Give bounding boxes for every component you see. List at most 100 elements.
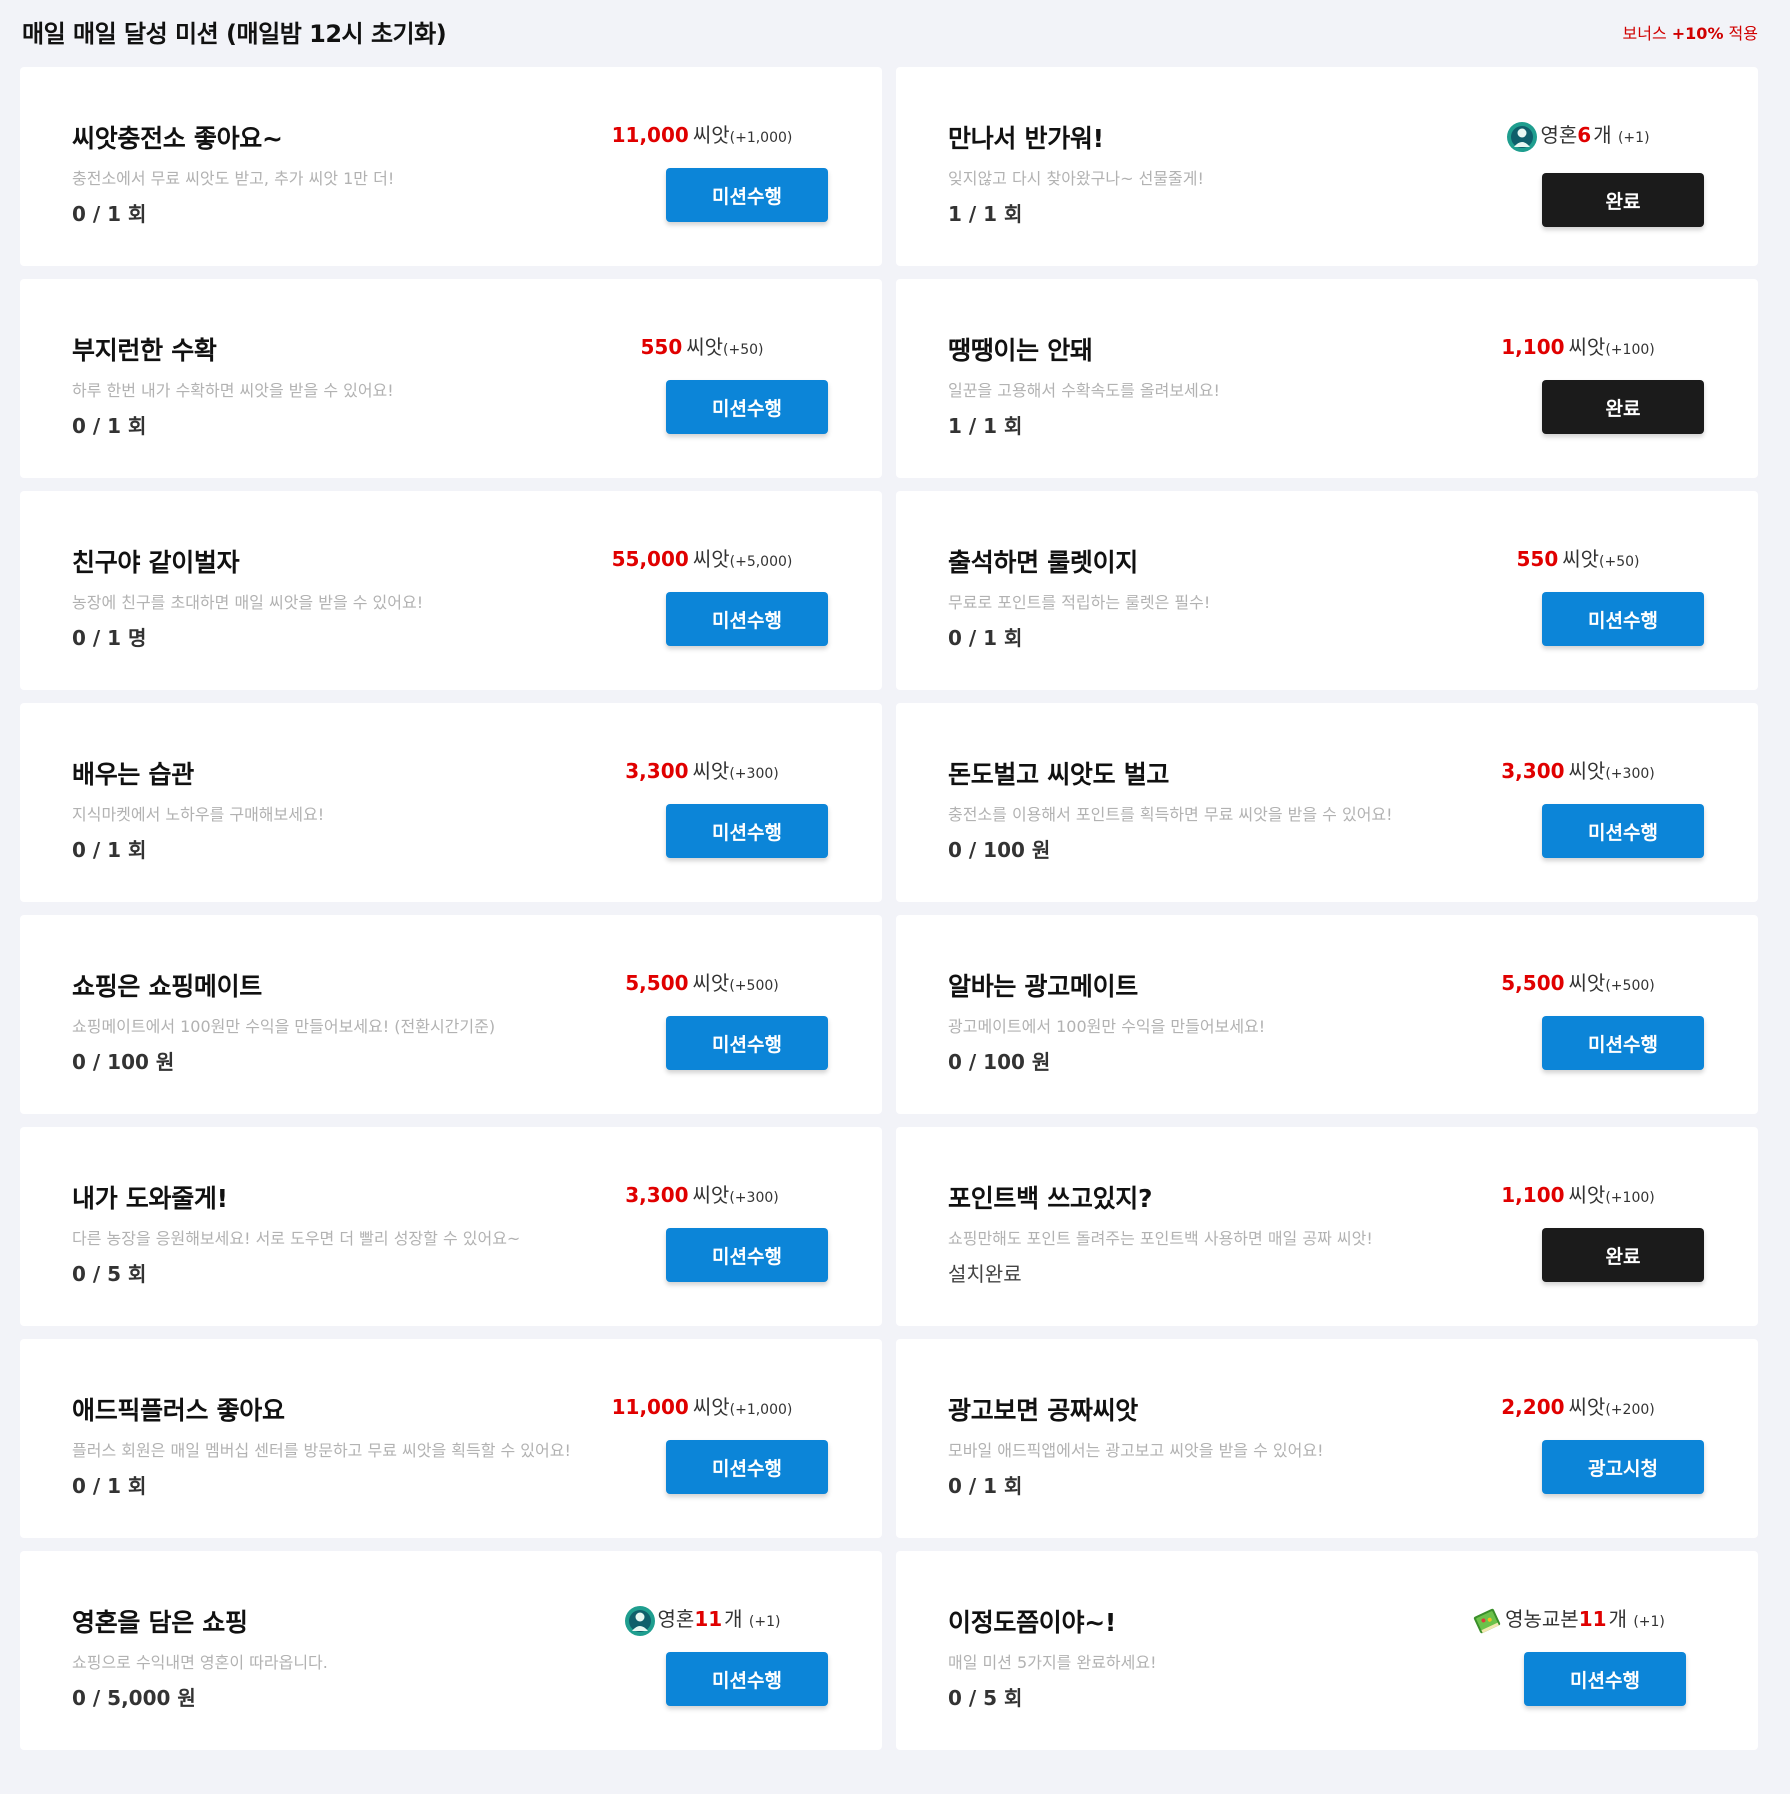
reward-bonus: (+100) xyxy=(1605,342,1655,358)
mission-card: 애드픽플러스 좋아요 플러스 회원은 매일 멤버십 센터를 방문하고 무료 씨앗… xyxy=(20,1339,882,1538)
mission-reward: 2,200 씨앗(+200) xyxy=(1448,1391,1708,1420)
reward-prefix: 영혼 xyxy=(1540,123,1578,147)
mission-card: 이정도쯤이야~! 매일 미션 5가지를 완료하세요! 0 / 5 회 영농교본1… xyxy=(896,1551,1758,1750)
reward-bonus: (+1) xyxy=(748,1614,781,1630)
reward-amount: 3,300 xyxy=(625,759,689,783)
mission-action-button[interactable]: 미션수행 xyxy=(666,380,828,434)
reward-unit: 씨앗 xyxy=(1568,1183,1606,1207)
mission-desc: 쇼핑으로 수익내면 영혼이 따라옵니다. xyxy=(72,1653,328,1672)
mission-complete-button[interactable]: 완료 xyxy=(1542,380,1704,434)
mission-reward: 11,000 씨앗(+1,000) xyxy=(572,119,832,148)
mission-action-button[interactable]: 미션수행 xyxy=(666,1652,828,1706)
reward-unit: 씨앗 xyxy=(1568,759,1606,783)
mission-card: 쇼핑은 쇼핑메이트 쇼핑메이트에서 100원만 수익을 만들어보세요! (전환시… xyxy=(20,915,882,1114)
mission-progress: 0 / 100 원 xyxy=(948,838,1051,862)
mission-title: 부지런한 수확 xyxy=(72,336,217,365)
mission-title: 애드픽플러스 좋아요 xyxy=(72,1396,285,1425)
reward-prefix: 영농교본 xyxy=(1505,1607,1579,1631)
mission-grid: 씨앗충전소 좋아요~ 충전소에서 무료 씨앗도 받고, 추가 씨앗 1만 더! … xyxy=(20,67,1758,1750)
soul-icon xyxy=(624,1605,655,1636)
mission-complete-button[interactable]: 완료 xyxy=(1542,173,1704,227)
reward-bonus: (+1,000) xyxy=(729,1402,793,1418)
reward-unit: 씨앗 xyxy=(1562,547,1600,571)
reward-prefix: 영혼 xyxy=(657,1607,695,1631)
mission-reward: 3,300 씨앗(+300) xyxy=(572,1179,832,1208)
mission-title: 돈도벌고 씨앗도 벌고 xyxy=(948,760,1170,789)
reward-amount: 3,300 xyxy=(1501,759,1565,783)
mission-desc: 무료로 포인트를 적립하는 룰렛은 필수! xyxy=(948,593,1211,612)
mission-action-button[interactable]: 미션수행 xyxy=(1524,1652,1686,1706)
reward-bonus: (+200) xyxy=(1605,1402,1655,1418)
mission-action-button[interactable]: 미션수행 xyxy=(666,592,828,646)
mission-card: 출석하면 룰렛이지 무료로 포인트를 적립하는 룰렛은 필수! 0 / 1 회 … xyxy=(896,491,1758,690)
mission-desc: 매일 미션 5가지를 완료하세요! xyxy=(948,1653,1157,1672)
reward-amount: 2,200 xyxy=(1501,1395,1565,1419)
reward-unit: 씨앗 xyxy=(692,759,730,783)
mission-title: 내가 도와줄게! xyxy=(72,1184,228,1213)
mission-card: 부지런한 수확 하루 한번 내가 수확하면 씨앗을 받을 수 있어요! 0 / … xyxy=(20,279,882,478)
reward-bonus: (+50) xyxy=(1599,554,1640,570)
reward-amount: 5,500 xyxy=(625,971,689,995)
mission-desc: 모바일 애드픽앱에서는 광고보고 씨앗을 받을 수 있어요! xyxy=(948,1441,1324,1460)
mission-reward: 영혼6 개 (+1) xyxy=(1448,119,1708,153)
reward-bonus: (+500) xyxy=(1605,978,1655,994)
mission-title: 씨앗충전소 좋아요~ xyxy=(72,124,283,153)
mission-progress: 0 / 1 회 xyxy=(948,1474,1023,1498)
reward-amount: 55,000 xyxy=(611,547,689,571)
mission-desc: 일꾼을 고용해서 수확속도를 올려보세요! xyxy=(948,381,1220,400)
mission-desc: 하루 한번 내가 수확하면 씨앗을 받을 수 있어요! xyxy=(72,381,394,400)
mission-desc: 플러스 회원은 매일 멤버십 센터를 방문하고 무료 씨앗을 획득할 수 있어요… xyxy=(72,1441,571,1460)
mission-complete-button[interactable]: 완료 xyxy=(1542,1228,1704,1282)
mission-progress: 0 / 5 회 xyxy=(72,1262,147,1286)
book-icon xyxy=(1473,1608,1501,1633)
mission-progress: 1 / 1 회 xyxy=(948,414,1023,438)
mission-card: 씨앗충전소 좋아요~ 충전소에서 무료 씨앗도 받고, 추가 씨앗 1만 더! … xyxy=(20,67,882,266)
mission-title: 광고보면 공짜씨앗 xyxy=(948,1396,1139,1425)
reward-unit: 씨앗 xyxy=(1568,335,1606,359)
reward-unit: 씨앗 xyxy=(692,971,730,995)
mission-card: 친구야 같이벌자 농장에 친구를 초대하면 매일 씨앗을 받을 수 있어요! 0… xyxy=(20,491,882,690)
mission-reward: 영혼11 개 (+1) xyxy=(572,1603,832,1637)
mission-progress: 0 / 1 회 xyxy=(72,414,147,438)
mission-reward: 3,300 씨앗(+300) xyxy=(1448,755,1708,784)
mission-title: 포인트백 쓰고있지? xyxy=(948,1184,1153,1213)
mission-desc: 다른 농장을 응원해보세요! 서로 도우면 더 빨리 성장할 수 있어요~ xyxy=(72,1229,521,1248)
mission-reward: 11,000 씨앗(+1,000) xyxy=(572,1391,832,1420)
reward-unit: 씨앗 xyxy=(692,123,730,147)
mission-action-button[interactable]: 미션수행 xyxy=(666,1228,828,1282)
mission-progress: 0 / 5 회 xyxy=(948,1686,1023,1710)
reward-bonus: (+100) xyxy=(1605,1190,1655,1206)
mission-card: 광고보면 공짜씨앗 모바일 애드픽앱에서는 광고보고 씨앗을 받을 수 있어요!… xyxy=(896,1339,1758,1538)
mission-title: 쇼핑은 쇼핑메이트 xyxy=(72,972,263,1001)
mission-desc: 쇼핑만해도 포인트 돌려주는 포인트백 사용하면 매일 공짜 씨앗! xyxy=(948,1229,1373,1248)
mission-action-button[interactable]: 미션수행 xyxy=(666,168,828,222)
reward-unit: 씨앗 xyxy=(1568,1395,1606,1419)
mission-desc: 잊지않고 다시 찾아왔구나~ 선물줄게! xyxy=(948,169,1204,188)
mission-desc: 쇼핑메이트에서 100원만 수익을 만들어보세요! (전환시간기준) xyxy=(72,1017,496,1036)
reward-amount: 5,500 xyxy=(1501,971,1565,995)
mission-action-button[interactable]: 미션수행 xyxy=(666,804,828,858)
watch-ad-button[interactable]: 광고시청 xyxy=(1542,1440,1704,1494)
reward-amount: 550 xyxy=(640,335,683,359)
reward-unit: 씨앗 xyxy=(692,1183,730,1207)
mission-action-button[interactable]: 미션수행 xyxy=(1542,804,1704,858)
reward-amount: 550 xyxy=(1516,547,1559,571)
mission-progress: 0 / 1 회 xyxy=(72,1474,147,1498)
reward-unit: 개 xyxy=(724,1607,743,1631)
soul-icon xyxy=(1507,121,1538,152)
mission-action-button[interactable]: 미션수행 xyxy=(1542,1016,1704,1070)
mission-progress: 0 / 1 회 xyxy=(72,838,147,862)
mission-action-button[interactable]: 미션수행 xyxy=(666,1016,828,1070)
mission-action-button[interactable]: 미션수행 xyxy=(1542,592,1704,646)
mission-progress: 0 / 100 원 xyxy=(72,1050,175,1074)
mission-card: 포인트백 쓰고있지? 쇼핑만해도 포인트 돌려주는 포인트백 사용하면 매일 공… xyxy=(896,1127,1758,1326)
reward-bonus: (+1) xyxy=(1617,130,1650,146)
mission-title: 영혼을 담은 쇼핑 xyxy=(72,1608,248,1637)
mission-action-button[interactable]: 미션수행 xyxy=(666,1440,828,1494)
mission-progress: 0 / 1 명 xyxy=(72,626,147,650)
page-title: 매일 매일 달성 미션 (매일밤 12시 초기화) xyxy=(22,20,447,48)
mission-reward: 1,100 씨앗(+100) xyxy=(1448,1179,1708,1208)
mission-progress: 설치완료 xyxy=(948,1262,1022,1286)
mission-desc: 충전소를 이용해서 포인트를 획득하면 무료 씨앗을 받을 수 있어요! xyxy=(948,805,1393,824)
reward-bonus: (+5,000) xyxy=(729,554,793,570)
